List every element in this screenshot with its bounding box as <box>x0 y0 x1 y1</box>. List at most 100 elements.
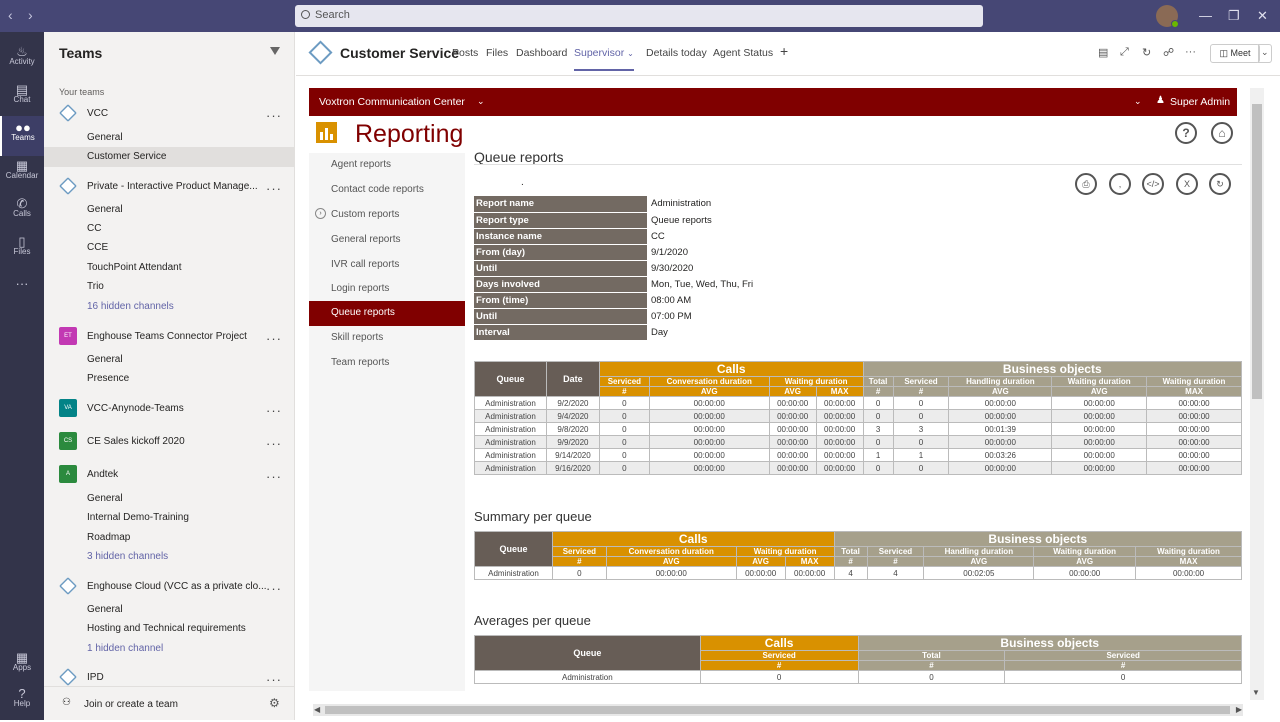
rail-files[interactable]: ▯ Files <box>0 230 44 270</box>
avatar[interactable] <box>1156 5 1179 28</box>
more-options-icon[interactable]: ··· <box>266 581 282 596</box>
nav-queue-reports[interactable]: Queue reports <box>309 301 465 326</box>
filter-icon[interactable] <box>270 47 280 55</box>
conversation-icon[interactable]: ▤ <box>1098 46 1108 59</box>
rail-teams[interactable]: ●● Teams <box>0 116 44 156</box>
tab-supervisor[interactable]: Supervisor ⌄ <box>574 47 634 71</box>
channel-item[interactable]: Trio <box>44 277 295 297</box>
add-tab-icon[interactable]: + <box>780 43 788 59</box>
vertical-scrollbar[interactable]: ▼ <box>1250 88 1264 700</box>
nav-contact-code-reports[interactable]: Contact code reports <box>309 178 465 203</box>
nav-team-reports[interactable]: Team reports <box>309 351 465 376</box>
rail-activity[interactable]: ♨ Activity <box>0 40 44 80</box>
expand-icon[interactable]: ⤢ <box>1120 46 1129 59</box>
team-item[interactable]: VCC ··· <box>44 104 295 124</box>
tab-posts[interactable]: Posts <box>452 47 478 59</box>
hidden-channels-link[interactable]: 16 hidden channels <box>44 297 295 317</box>
team-item[interactable]: Enghouse Cloud (VCC as a private clo... ·… <box>44 577 295 597</box>
more-options-icon[interactable]: ··· <box>266 331 282 346</box>
meet-dropdown-icon[interactable]: ⌄ <box>1258 44 1272 63</box>
team-item[interactable]: VCC-Anynode-Teams VA ··· <box>44 399 295 419</box>
hidden-channels-link[interactable]: 1 hidden channel <box>44 639 295 659</box>
code-icon[interactable]: </> <box>1142 173 1164 195</box>
more-options-icon[interactable]: ··· <box>266 436 282 451</box>
tab-dashboard[interactable]: Dashboard <box>516 47 567 59</box>
team-item[interactable]: Enghouse Teams Connector Project ET ··· <box>44 327 295 347</box>
table-cell: 0 <box>892 435 950 449</box>
excel-icon[interactable]: X <box>1176 173 1198 195</box>
forward-icon[interactable]: › <box>28 7 33 23</box>
nav-custom-reports[interactable]: › Custom reports <box>309 203 465 228</box>
globe-icon[interactable]: ☍ <box>1163 46 1174 59</box>
rail-calls[interactable]: ✆ Calls <box>0 192 44 232</box>
user-name[interactable]: Super Admin <box>1170 96 1230 108</box>
channel-item[interactable]: General <box>44 600 295 620</box>
col-header: # <box>862 386 894 397</box>
help-icon[interactable]: ? <box>1175 122 1197 144</box>
team-item[interactable]: Private - Interactive Product Manage... ·… <box>44 177 295 197</box>
rail-chat[interactable]: ▤ Chat <box>0 78 44 118</box>
channel-item[interactable]: General <box>44 489 295 509</box>
more-options-icon[interactable]: ··· <box>1185 46 1196 58</box>
more-options-icon[interactable]: ··· <box>266 181 282 196</box>
print-icon[interactable]: ⎙ <box>1075 173 1097 195</box>
team-item[interactable]: Andtek A ··· <box>44 465 295 485</box>
channel-item[interactable]: General <box>44 200 295 220</box>
tab-files[interactable]: Files <box>486 47 508 59</box>
restore-icon[interactable]: ❐ <box>1228 8 1240 24</box>
home-icon[interactable]: ⌂ <box>1211 122 1233 144</box>
tab-agent-status[interactable]: Agent Status <box>713 47 773 59</box>
table-cell: 00:00:00 <box>784 566 835 580</box>
hidden-channels-link[interactable]: 3 hidden channels <box>44 547 295 567</box>
info-value: Queue reports <box>647 212 824 229</box>
search-input[interactable]: Search <box>295 5 983 27</box>
channel-item[interactable]: CC <box>44 219 295 239</box>
team-item[interactable]: IPD ··· <box>44 668 295 688</box>
close-icon[interactable]: ✕ <box>1257 8 1268 24</box>
nav-skill-reports[interactable]: Skill reports <box>309 326 465 351</box>
comma-icon[interactable]: , <box>1109 173 1131 195</box>
channel-item[interactable]: CCE <box>44 238 295 258</box>
channel-item[interactable]: Internal Demo-Training <box>44 508 295 528</box>
minimize-icon[interactable]: — <box>1199 8 1212 23</box>
more-options-icon[interactable]: ··· <box>266 108 282 123</box>
channel-item[interactable]: TouchPoint Attendant <box>44 258 295 278</box>
more-options-icon[interactable]: ··· <box>266 672 282 687</box>
nav-login-reports[interactable]: Login reports <box>309 277 465 302</box>
refresh-icon[interactable]: ↻ <box>1209 173 1231 195</box>
more-icon[interactable]: ··· <box>0 272 44 312</box>
channel-item[interactable]: Hosting and Technical requirements <box>44 619 295 639</box>
channel-item[interactable]: Customer Service <box>44 147 295 167</box>
table-cell: 0 <box>598 409 650 423</box>
scroll-left-icon[interactable]: ◀ <box>314 705 320 714</box>
item-label: 3 hidden channels <box>87 551 169 562</box>
more-options-icon[interactable]: ··· <box>266 469 282 484</box>
chevron-down-icon[interactable]: ⌄ <box>477 96 485 107</box>
refresh-icon[interactable]: ↻ <box>1142 46 1151 59</box>
channel-item[interactable]: General <box>44 350 295 370</box>
more-options-icon[interactable]: ··· <box>266 403 282 418</box>
join-team[interactable]: ⚇ Join or create a team ⚙ <box>44 686 295 720</box>
gear-icon[interactable]: ⚙ <box>269 696 280 710</box>
scroll-right-icon[interactable]: ▶ <box>1236 705 1242 714</box>
col-header: AVG <box>648 386 770 397</box>
tab-details-today[interactable]: Details today <box>646 47 707 59</box>
table-cell: 00:00:00 <box>735 566 786 580</box>
channel-item[interactable]: Presence <box>44 369 295 389</box>
rail-help[interactable]: ? Help <box>0 682 44 722</box>
nav-agent-reports[interactable]: Agent reports <box>309 153 465 178</box>
nav-ivr-call-reports[interactable]: IVR call reports <box>309 253 465 278</box>
chevron-down-icon[interactable]: ⌄ <box>1134 96 1142 107</box>
scroll-down-icon[interactable]: ▼ <box>1252 688 1260 697</box>
horizontal-scrollbar[interactable]: ◀ ▶ <box>313 704 1243 716</box>
channel-item[interactable]: Roadmap <box>44 528 295 548</box>
rail-calendar[interactable]: ▦ Calendar <box>0 154 44 194</box>
channel-item[interactable]: General <box>44 128 295 148</box>
meet-button[interactable]: ◫ Meet <box>1210 44 1260 63</box>
files-icon: ▯ <box>18 234 26 249</box>
rail-apps[interactable]: ▦ Apps <box>0 646 44 686</box>
back-icon[interactable]: ‹ <box>8 7 13 23</box>
nav-general-reports[interactable]: General reports <box>309 228 465 253</box>
team-item[interactable]: CE Sales kickoff 2020 CS ··· <box>44 432 295 452</box>
team-logo-icon <box>59 577 77 595</box>
